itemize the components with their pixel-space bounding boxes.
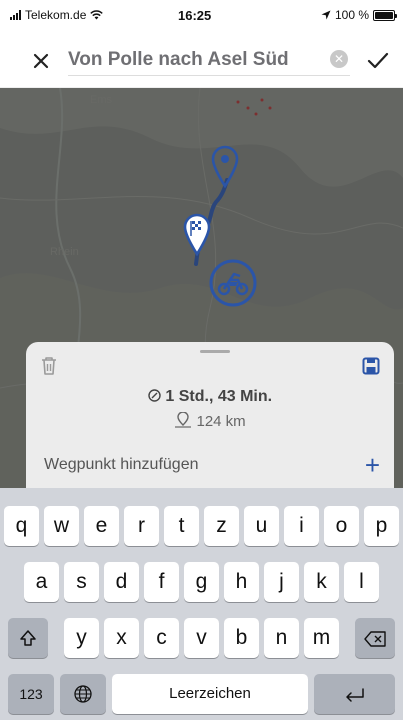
status-bar: Telekom.de 16:25 100 % xyxy=(0,0,403,34)
key-o[interactable]: o xyxy=(324,506,359,546)
key-p[interactable]: p xyxy=(364,506,399,546)
key-d[interactable]: d xyxy=(104,562,139,602)
key-h[interactable]: h xyxy=(224,562,259,602)
key-q[interactable]: q xyxy=(4,506,39,546)
key-g[interactable]: g xyxy=(184,562,219,602)
trash-icon[interactable] xyxy=(40,356,58,376)
shift-icon xyxy=(20,630,36,646)
motorbike-location-icon[interactable] xyxy=(208,258,258,308)
key-l[interactable]: l xyxy=(344,562,379,602)
key-z[interactable]: z xyxy=(204,506,239,546)
signal-icon xyxy=(10,10,21,20)
backspace-key[interactable] xyxy=(355,618,395,658)
clock-icon xyxy=(148,389,161,402)
key-s[interactable]: s xyxy=(64,562,99,602)
clear-icon[interactable]: ✕ xyxy=(330,50,348,68)
route-duration: 1 Std., 43 Min. xyxy=(26,388,394,406)
key-e[interactable]: e xyxy=(84,506,119,546)
route-distance: 124 km xyxy=(26,411,394,430)
shift-key[interactable] xyxy=(8,618,48,658)
key-f[interactable]: f xyxy=(144,562,179,602)
route-duration-text: 1 Std., 43 Min. xyxy=(165,388,273,405)
globe-key[interactable] xyxy=(60,674,106,714)
route-name-input[interactable] xyxy=(68,44,350,75)
key-t[interactable]: t xyxy=(164,506,199,546)
key-k[interactable]: k xyxy=(304,562,339,602)
key-i[interactable]: i xyxy=(284,506,319,546)
battery-info: 100 % xyxy=(321,8,397,22)
checkmark-icon[interactable] xyxy=(364,48,392,74)
key-c[interactable]: c xyxy=(144,618,179,658)
location-arrow-icon xyxy=(321,10,331,20)
key-b[interactable]: b xyxy=(224,618,259,658)
key-m[interactable]: m xyxy=(304,618,339,658)
close-icon[interactable] xyxy=(28,48,54,74)
battery-percent: 100 % xyxy=(334,8,369,22)
carrier-name: Telekom.de xyxy=(25,8,87,22)
key-w[interactable]: w xyxy=(44,506,79,546)
globe-icon xyxy=(74,685,92,703)
save-icon[interactable] xyxy=(362,356,380,376)
key-a[interactable]: a xyxy=(24,562,59,602)
key-u[interactable]: u xyxy=(244,506,279,546)
clock: 16:25 xyxy=(178,8,212,23)
drag-handle[interactable] xyxy=(200,350,230,353)
wifi-icon xyxy=(90,10,104,20)
add-waypoint-label: Wegpunkt hinzufügen xyxy=(44,456,199,473)
battery-icon xyxy=(373,9,397,21)
route-distance-text: 124 km xyxy=(196,413,246,430)
key-v[interactable]: v xyxy=(184,618,219,658)
return-icon xyxy=(345,688,364,702)
backspace-icon xyxy=(364,631,386,647)
space-key[interactable]: Leerzeichen xyxy=(112,674,308,714)
key-x[interactable]: x xyxy=(104,618,139,658)
key-n[interactable]: n xyxy=(264,618,299,658)
numbers-key[interactable]: 123 xyxy=(8,674,54,714)
start-flag-pin-icon[interactable] xyxy=(182,212,212,256)
return-key[interactable] xyxy=(314,674,395,714)
route-title-bar: ✕ xyxy=(0,34,403,88)
carrier-info: Telekom.de xyxy=(10,8,104,22)
route-name-field: ✕ xyxy=(68,44,350,76)
key-y[interactable]: y xyxy=(64,618,99,658)
add-waypoint-button[interactable]: + xyxy=(365,450,380,481)
add-waypoint-row[interactable]: Wegpunkt hinzufügen + xyxy=(26,450,394,484)
destination-pin-icon[interactable] xyxy=(210,144,240,188)
route-summary-panel: 1 Std., 43 Min. 124 km Wegpunkt hinzufüg… xyxy=(26,342,394,492)
key-j[interactable]: j xyxy=(264,562,299,602)
on-screen-keyboard: qwertzuiop asdfghjkl yxcvbnm 123 Leerzei… xyxy=(0,488,403,720)
key-r[interactable]: r xyxy=(124,506,159,546)
location-pin-icon xyxy=(175,411,192,428)
